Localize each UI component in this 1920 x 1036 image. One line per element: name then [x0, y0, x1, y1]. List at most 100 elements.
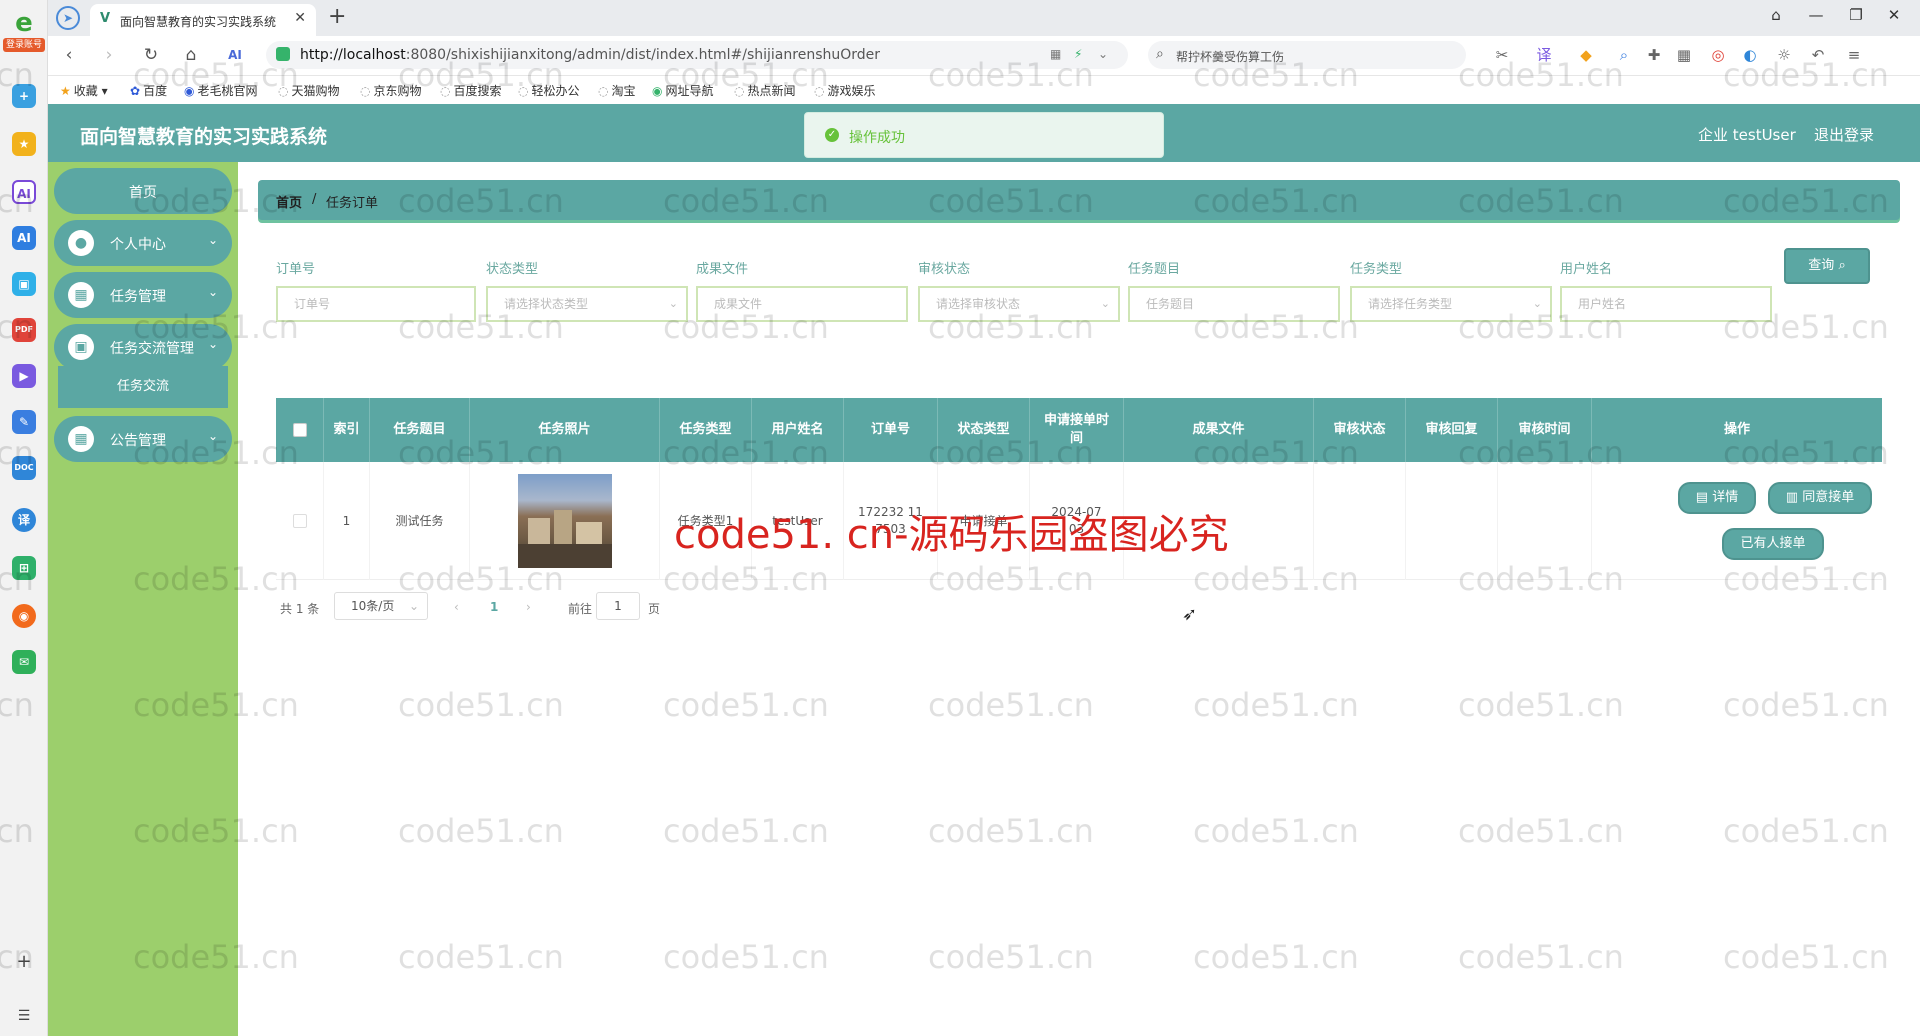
translate-ext-icon[interactable]: 译: [1534, 45, 1554, 65]
window-close-icon[interactable]: ✕: [1884, 6, 1904, 24]
restore-icon[interactable]: ❐: [1846, 6, 1866, 24]
qr-code-icon[interactable]: ▦: [1050, 47, 1061, 61]
url-dropdown-icon[interactable]: ⌄: [1098, 47, 1108, 61]
undo-icon[interactable]: ↶: [1808, 45, 1828, 65]
extensions-icon[interactable]: ✚: [1644, 45, 1664, 65]
watermark-tile: code51.cn: [1458, 812, 1624, 850]
bookmark-tmall[interactable]: ◌ 天猫购物: [278, 82, 340, 99]
breadcrumb-home[interactable]: 首页: [276, 192, 302, 211]
globe-icon: ◌: [598, 84, 609, 98]
filter-label-audit-status: 审核状态: [918, 262, 971, 277]
task-title-input[interactable]: 任务题目: [1128, 286, 1340, 322]
star-icon[interactable]: ★: [12, 132, 36, 156]
ai-icon[interactable]: AI: [12, 180, 36, 204]
bookmark-nav[interactable]: ◉ 网址导航: [652, 82, 714, 99]
next-page-icon[interactable]: ›: [526, 600, 531, 614]
row-checkbox[interactable]: [292, 514, 307, 528]
cell-task-photo: [470, 462, 660, 580]
mail-icon[interactable]: ✉: [12, 650, 36, 674]
lightning-icon[interactable]: ⚡: [1074, 47, 1082, 61]
sidebar-item-task-management[interactable]: ▦ 任务管理 ⌄: [54, 272, 232, 318]
forward-icon[interactable]: ›: [98, 44, 120, 66]
bookmark-laomaotao[interactable]: ◉ 老毛桃官网: [184, 82, 258, 99]
sidebar-item-task-exchange[interactable]: ▣ 任务交流管理 ⌄: [54, 324, 232, 370]
current-page[interactable]: 1: [490, 600, 498, 614]
current-user: 企业 testUser: [1698, 126, 1796, 144]
page-size-select[interactable]: 10条/页 ⌄: [334, 592, 428, 620]
address-url[interactable]: http://localhost:8080/shixishijianxitong…: [300, 47, 880, 63]
reload-icon[interactable]: ↻: [140, 44, 162, 66]
watermark-tile: code51.cn: [1193, 938, 1359, 976]
browser-tab-active[interactable]: V 面向智慧教育的实习实践系统 ✕: [90, 4, 316, 36]
globe-icon: ◌: [518, 84, 529, 98]
notes-icon[interactable]: ✎: [12, 410, 36, 434]
image-icon[interactable]: ▣: [12, 272, 36, 296]
add-icon[interactable]: +: [14, 952, 34, 972]
login-account-tag[interactable]: 登录账号: [3, 38, 45, 52]
mindmap-icon[interactable]: ⊞: [12, 556, 36, 580]
watermark-tile: code51.cn: [928, 812, 1094, 850]
pdf-icon[interactable]: PDF: [12, 318, 36, 342]
weibo-icon[interactable]: ◉: [12, 604, 36, 628]
ai-assistant-icon[interactable]: AI: [12, 226, 36, 250]
tab-close-icon[interactable]: ✕: [294, 10, 306, 26]
scissors-icon[interactable]: ✂: [1492, 45, 1512, 65]
bookmark-favorites[interactable]: ★ 收藏 ▾: [60, 82, 108, 99]
home-icon[interactable]: ⌂: [180, 44, 202, 66]
agree-order-button[interactable]: ▥ 同意接单: [1768, 482, 1872, 514]
address-bar[interactable]: http://localhost:8080/shixishijianxitong…: [266, 41, 1128, 69]
chevron-down-icon: ⌄: [207, 285, 218, 299]
watermark-tile: code51.cn: [663, 812, 829, 850]
color-circle-icon[interactable]: ◎: [1708, 45, 1728, 65]
video-icon[interactable]: ▶: [12, 364, 36, 388]
edge-icon[interactable]: ◐: [1740, 45, 1760, 65]
order-no-input[interactable]: 订单号: [276, 286, 476, 322]
watermark-tile: code51.cn: [1193, 812, 1359, 850]
new-tab-icon[interactable]: +: [328, 4, 346, 29]
menu-list-icon[interactable]: ☰: [14, 1006, 34, 1026]
task-photo-image[interactable]: [517, 474, 612, 568]
search-bar[interactable]: ⌕ 帮拧杯羹受伤算工伤: [1148, 41, 1466, 69]
shirt-skin-icon[interactable]: ⌂: [1766, 6, 1786, 24]
zoom-search-icon[interactable]: ⌕: [1614, 45, 1634, 65]
bookmark-baidu[interactable]: ✿ 百度: [130, 82, 167, 99]
ai-toolbar-icon[interactable]: AI: [224, 44, 246, 66]
brightness-icon[interactable]: ☼: [1774, 45, 1794, 65]
navigation-icon[interactable]: ➤: [56, 6, 80, 30]
translate-yi-icon[interactable]: 译: [12, 508, 36, 532]
logout-button[interactable]: 退出登录: [1814, 124, 1874, 145]
select-all-checkbox[interactable]: [292, 423, 307, 437]
bookmark-baidu-search[interactable]: ◌ 百度搜索: [440, 82, 502, 99]
browser-menu-icon[interactable]: ≡: [1844, 45, 1864, 65]
bookmark-news[interactable]: ◌ 热点新闻: [734, 82, 796, 99]
filter-label-task-type: 任务类型: [1350, 262, 1403, 277]
sidebar-subitem-task-exchange[interactable]: 任务交流: [58, 366, 228, 408]
goto-page-input[interactable]: 1: [596, 592, 640, 620]
bookmark-taobao[interactable]: ◌ 淘宝: [598, 82, 636, 99]
row-checkbox-cell: [276, 462, 324, 580]
shield-ext-icon[interactable]: ◆: [1576, 45, 1596, 65]
task-type-select[interactable]: 请选择任务类型 ⌄: [1350, 286, 1552, 322]
sidebar-item-home[interactable]: 首页: [54, 168, 232, 214]
translate-icon[interactable]: +: [12, 84, 36, 108]
sidebar-item-announcements[interactable]: ▦ 公告管理 ⌄: [54, 416, 232, 462]
browser-logo-icon: e: [15, 8, 33, 38]
bookmark-jd[interactable]: ◌ 京东购物: [360, 82, 422, 99]
query-button[interactable]: 查询 ⌕: [1784, 248, 1870, 284]
order-taken-button[interactable]: 已有人接单: [1722, 528, 1824, 560]
bookmark-office[interactable]: ◌ 轻松办公: [518, 82, 580, 99]
apps-grid-icon[interactable]: ▦: [1674, 45, 1694, 65]
prev-page-icon[interactable]: ‹: [454, 600, 459, 614]
detail-button[interactable]: ▤ 详情: [1678, 482, 1756, 514]
result-file-input[interactable]: 成果文件: [696, 286, 908, 322]
user-name-input[interactable]: 用户姓名: [1560, 286, 1772, 322]
doc-icon[interactable]: DOC: [12, 456, 36, 480]
browser-logo[interactable]: e 登录账号: [3, 8, 45, 56]
bookmark-games[interactable]: ◌ 游戏娱乐: [814, 82, 876, 99]
minimize-icon[interactable]: —: [1806, 6, 1826, 24]
sidebar-item-personal-center[interactable]: ● 个人中心 ⌄: [54, 220, 232, 266]
audit-status-select[interactable]: 请选择审核状态 ⌄: [918, 286, 1120, 322]
toast-message: 操作成功: [849, 130, 905, 146]
status-type-select[interactable]: 请选择状态类型 ⌄: [486, 286, 688, 322]
back-icon[interactable]: ‹: [58, 44, 80, 66]
